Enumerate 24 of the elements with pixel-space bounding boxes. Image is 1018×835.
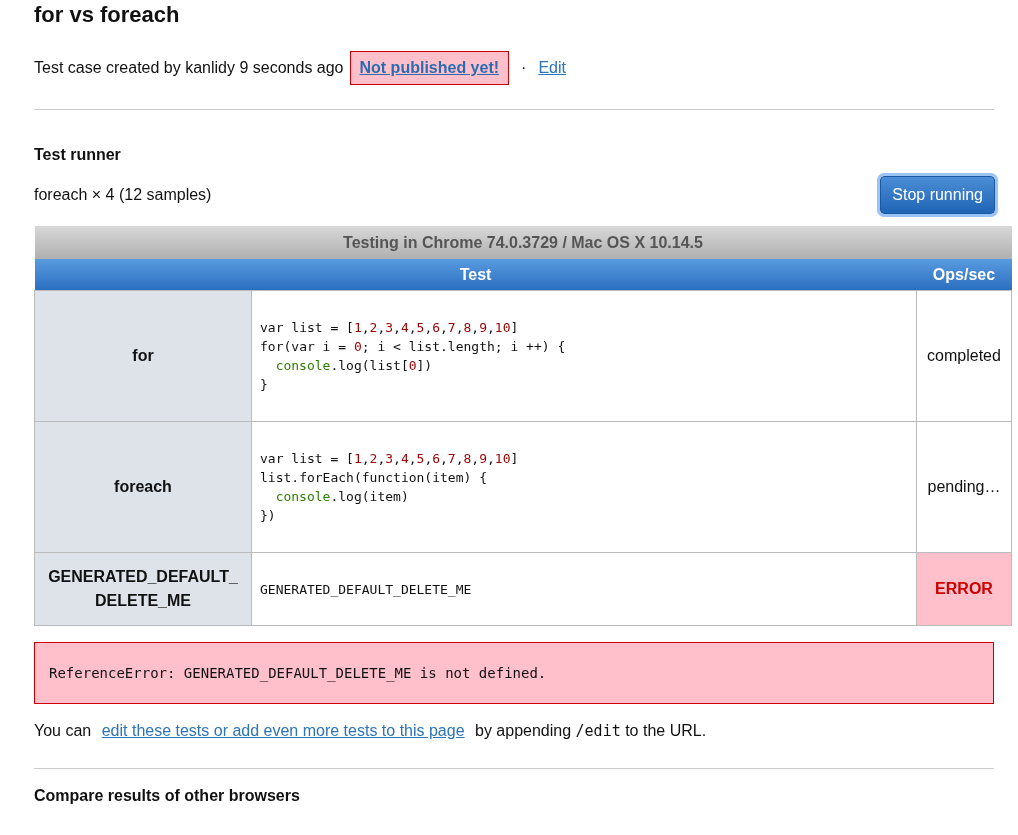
stop-running-button[interactable]: Stop running: [880, 176, 995, 214]
code-cell: var list = [1,2,3,4,5,6,7,8,9,10] list.forEach(function(item) { console.log(item) }): [251, 421, 917, 553]
test-title-cell: foreach: [34, 421, 252, 553]
code-cell: var list = [1,2,3,4,5,6,7,8,9,10] for(var i = 0; i < list.length; i ++) { console.log(list[0]) }: [251, 290, 917, 422]
table-caption: Testing in Chrome 74.0.3729 / Mac OS X 10.14.5: [34, 226, 1012, 259]
column-header: Ops/sec: [916, 259, 1012, 291]
separator-dot: ·: [521, 59, 527, 77]
result-cell: pending…: [916, 421, 1012, 553]
created-info: Test case created by kanlidy 9 seconds ago: [34, 59, 344, 77]
column-header: Test: [34, 259, 917, 291]
result-cell: completed: [916, 290, 1012, 422]
test-title-cell: GENERATED_DEFAULT_DELETE_ME: [34, 552, 252, 626]
edit-note: You can edit these tests or add even more tests to this page by appending /edit to the URL.: [34, 722, 708, 740]
error-message: ReferenceError: GENERATED_DEFAULT_DELETE_ME is not defined.: [34, 642, 994, 704]
code-cell: GENERATED_DEFAULT_DELETE_ME: [251, 552, 917, 626]
runner-status: foreach × 4 (12 samples): [34, 186, 212, 204]
test-title-cell: for: [34, 290, 252, 422]
section-heading: Test runner: [34, 146, 122, 164]
page-title: for vs foreach: [34, 2, 181, 28]
edit-link[interactable]: Edit: [538, 59, 566, 77]
edit-tests-link[interactable]: edit these tests or add even more tests to this page: [101, 722, 465, 739]
result-cell: ERROR: [916, 552, 1012, 626]
not-published-link[interactable]: Not published yet!: [349, 51, 510, 85]
section-heading: Compare results of other browsers: [34, 787, 301, 805]
